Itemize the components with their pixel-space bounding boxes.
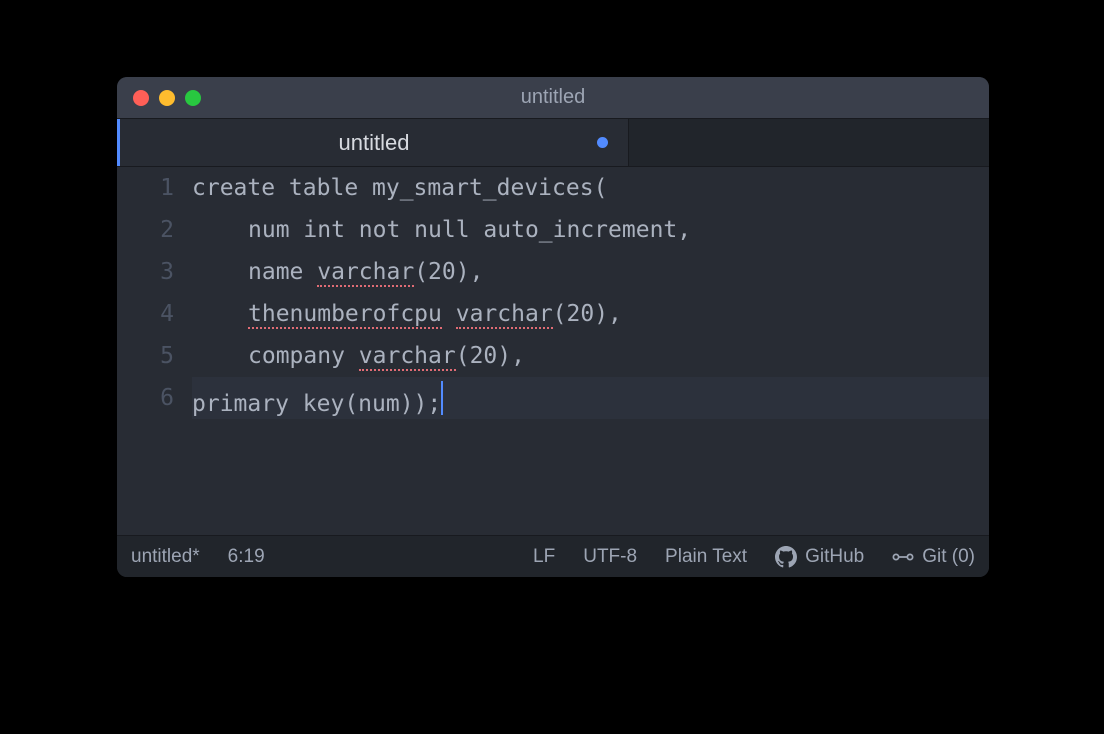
- status-cursor-position[interactable]: 6:19: [228, 546, 265, 568]
- spell-error: varchar: [359, 343, 456, 371]
- line-number: 4: [117, 293, 174, 335]
- tab-untitled[interactable]: untitled: [117, 119, 629, 166]
- traffic-lights: [117, 90, 201, 106]
- line-number: 3: [117, 251, 174, 293]
- status-github[interactable]: GitHub: [775, 546, 864, 568]
- code-line: num int not null auto_increment,: [192, 209, 989, 251]
- code-line: company varchar(20),: [192, 335, 989, 377]
- window-title: untitled: [521, 86, 586, 109]
- line-number: 6: [117, 377, 174, 419]
- tabbar: untitled: [117, 119, 989, 167]
- github-icon: [775, 546, 797, 568]
- code-content[interactable]: create table my_smart_devices( num int n…: [192, 167, 989, 535]
- code-line: thenumberofcpu varchar(20),: [192, 293, 989, 335]
- close-button[interactable]: [133, 90, 149, 106]
- editor-area[interactable]: 1 2 3 4 5 6 create table my_smart_device…: [117, 167, 989, 535]
- tab-label: untitled: [339, 130, 410, 156]
- line-number-gutter: 1 2 3 4 5 6: [117, 167, 192, 535]
- spell-error: thenumberofcpu: [248, 301, 442, 329]
- status-grammar[interactable]: Plain Text: [665, 546, 747, 568]
- line-number: 1: [117, 167, 174, 209]
- status-encoding[interactable]: UTF-8: [583, 546, 637, 568]
- dirty-indicator-icon: [597, 137, 608, 148]
- status-eol[interactable]: LF: [533, 546, 555, 568]
- code-line: create table my_smart_devices(: [192, 167, 989, 209]
- statusbar: untitled* 6:19 LF UTF-8 Plain Text GitHu…: [117, 535, 989, 577]
- editor-window: untitled untitled 1 2 3 4 5 6 create tab…: [117, 77, 989, 577]
- titlebar: untitled: [117, 77, 989, 119]
- line-number: 5: [117, 335, 174, 377]
- cursor-icon: [441, 381, 443, 415]
- minimize-button[interactable]: [159, 90, 175, 106]
- line-number: 2: [117, 209, 174, 251]
- code-line-active: primary key(num));: [192, 377, 989, 419]
- spell-error: varchar: [456, 301, 553, 329]
- code-line: name varchar(20),: [192, 251, 989, 293]
- spell-error: varchar: [317, 259, 414, 287]
- status-filename[interactable]: untitled*: [131, 546, 200, 568]
- maximize-button[interactable]: [185, 90, 201, 106]
- status-git[interactable]: Git (0): [892, 546, 975, 568]
- git-branch-icon: [892, 550, 914, 564]
